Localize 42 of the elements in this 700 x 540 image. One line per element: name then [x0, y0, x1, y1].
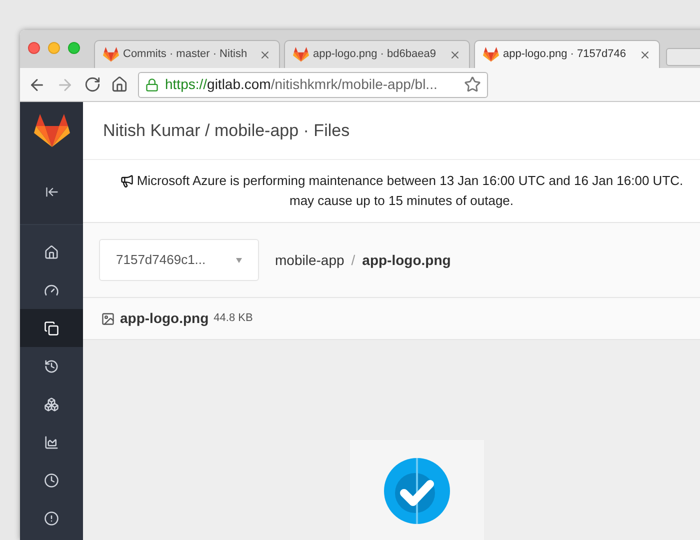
history-icon [44, 358, 59, 374]
star-icon[interactable] [464, 76, 481, 93]
banner-text: Microsoft Azure is performing maintenance between 13 Jan 16:00 UTC and 16 Jan 16:00 UTC. [136, 172, 684, 190]
address-bar[interactable]: https://gitlab.com/nitishkmrk/mobile-app/bl... [138, 72, 488, 98]
breadcrumb-current: app-logo.png [362, 250, 451, 270]
check-circle-logo-drawing [384, 458, 450, 524]
files-icon [44, 320, 59, 336]
tab-title: app-logo.png · 7157d746 [503, 47, 627, 62]
breadcrumb-separator: / [351, 250, 356, 270]
file-name: app-logo.png [120, 309, 209, 328]
browser-tab[interactable]: app-logo.png · 7157d746 [474, 40, 660, 68]
area-chart-icon [44, 434, 59, 450]
tab-title: app-logo.png · bd6baea9 [313, 47, 437, 62]
megaphone-icon [120, 174, 134, 188]
caret-icon [236, 258, 242, 262]
fox-logo-icon [103, 47, 119, 62]
file-size: 44.8 KB [214, 311, 253, 326]
gauge-icon [44, 282, 59, 298]
browser-tab[interactable]: Commits · master · Nitish [94, 40, 280, 68]
fox-logo-icon [293, 47, 309, 62]
home-icon [44, 244, 59, 260]
breadcrumb-link[interactable]: mobile-app [275, 250, 344, 270]
fox-logo-icon [34, 114, 70, 148]
close-icon[interactable] [639, 48, 651, 60]
banner-text: may cause up to 15 minutes of outage. [289, 192, 514, 210]
sidebar-item[interactable] [20, 309, 83, 347]
home-icon[interactable] [111, 76, 128, 93]
lock-icon [145, 78, 159, 92]
browser-tab[interactable]: app-logo.png · bd6baea9 [284, 40, 470, 68]
reload-icon[interactable] [84, 76, 101, 93]
url-text: https://gitlab.com/nitishkmrk/mobile-app/bl... [165, 75, 438, 94]
boxes-icon [44, 396, 59, 412]
ref-select[interactable]: 7157d7469c1... [99, 239, 259, 281]
image-file-icon [101, 312, 115, 326]
clock-icon [44, 472, 59, 488]
collapse-icon[interactable] [44, 185, 58, 199]
fox-logo-icon [483, 47, 499, 62]
close-icon[interactable] [259, 48, 271, 60]
close-icon[interactable] [449, 48, 461, 60]
page-title: Nitish Kumar / mobile-app · Files [103, 120, 350, 142]
tab-title: Commits · master · Nitish [123, 47, 248, 62]
alert-icon [44, 510, 59, 526]
